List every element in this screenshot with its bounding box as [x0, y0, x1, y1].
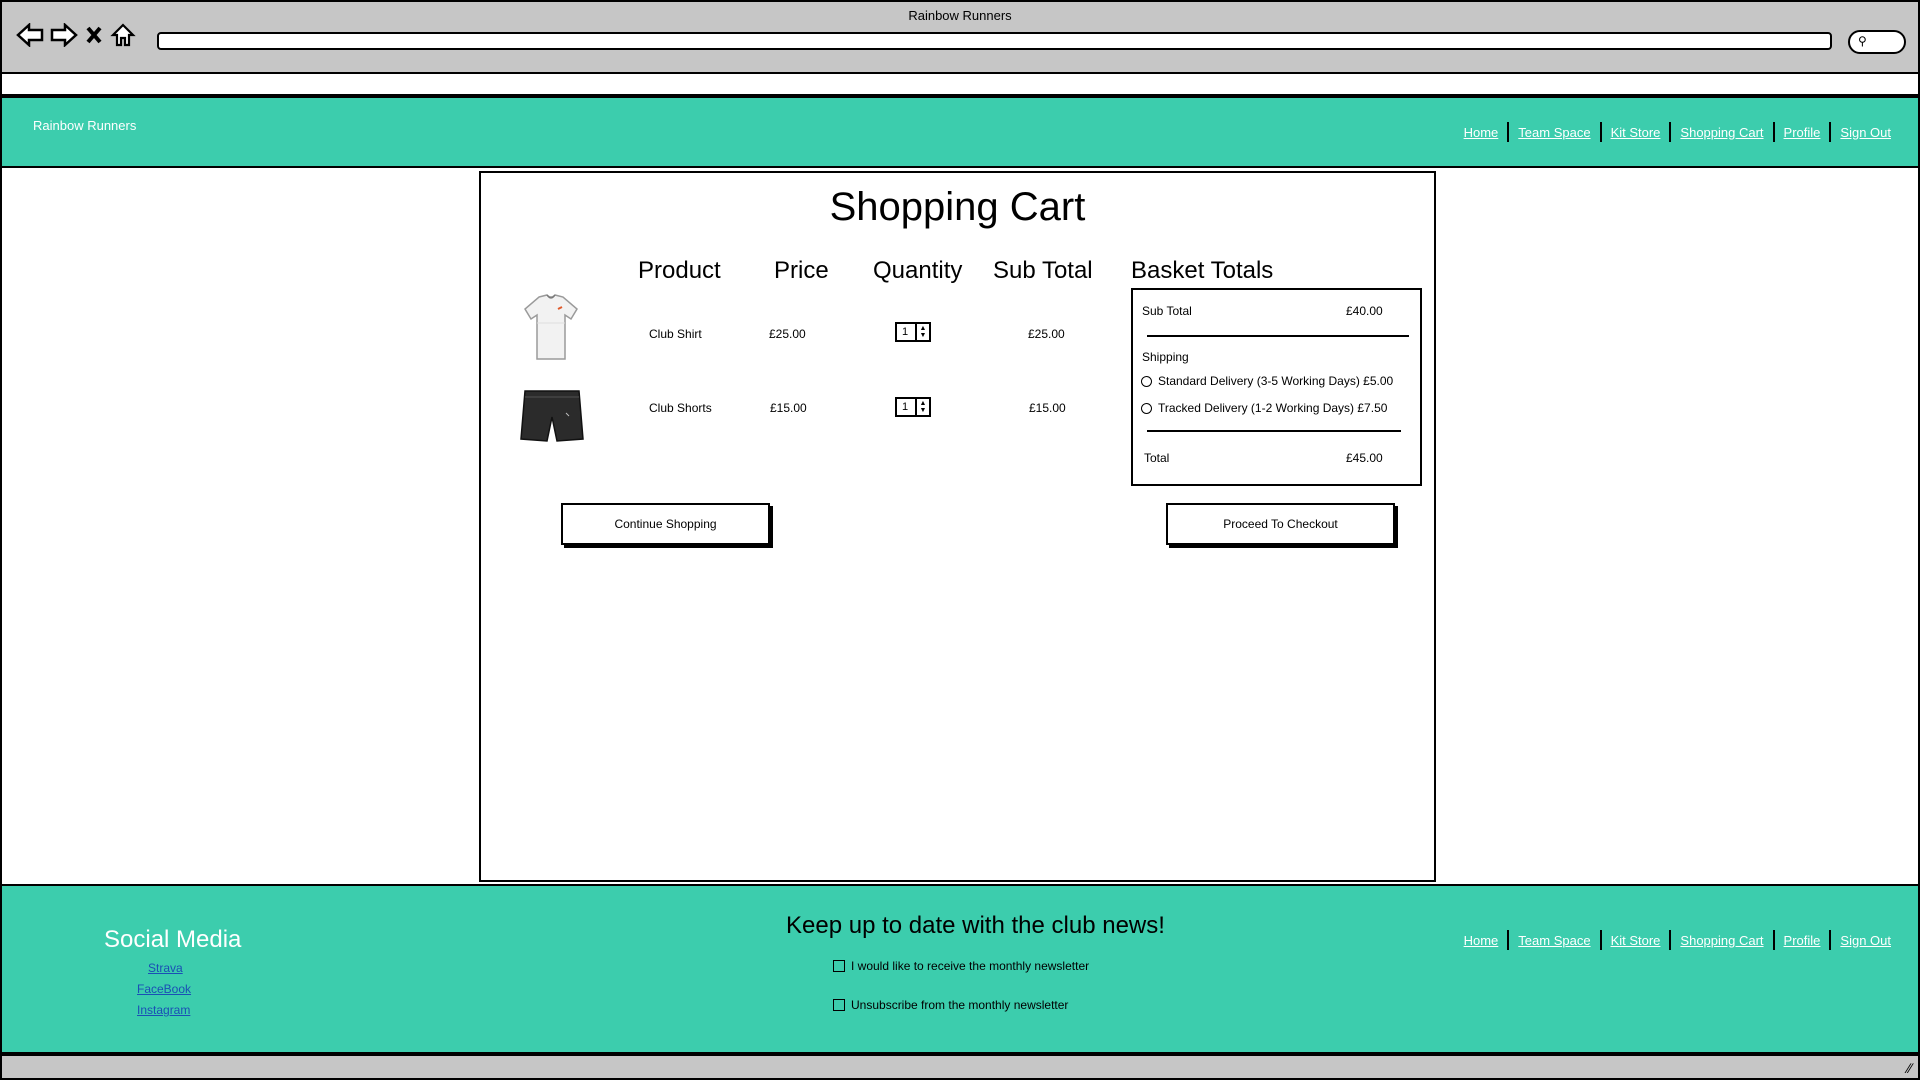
continue-shopping-button[interactable]: Continue Shopping — [561, 503, 770, 545]
home-icon[interactable] — [110, 22, 136, 53]
unsubscribe-checkbox[interactable] — [833, 999, 845, 1011]
nav-profile[interactable]: Profile — [1775, 125, 1830, 140]
browser-controls — [16, 22, 136, 53]
site-brand[interactable]: Rainbow Runners — [33, 118, 136, 133]
facebook-link[interactable]: FaceBook — [137, 982, 191, 996]
nav-profile[interactable]: Profile — [1775, 933, 1830, 948]
newsletter-subscribe-option[interactable]: I would like to receive the monthly news… — [833, 959, 1089, 973]
total-label: Total — [1144, 451, 1170, 465]
shipping-option-standard[interactable]: Standard Delivery (3-5 Working Days) £5.… — [1141, 374, 1393, 388]
window-title: Rainbow Runners — [908, 8, 1012, 23]
item-name: Club Shirt — [649, 327, 702, 341]
total-value: £45.00 — [1346, 451, 1383, 465]
social-media-title: Social Media — [104, 926, 242, 953]
status-bar: ∕∕ — [0, 1054, 1920, 1080]
quantity-value: 1 — [902, 326, 909, 338]
page-title: Shopping Cart — [829, 185, 1086, 229]
nav-team-space[interactable]: Team Space — [1509, 125, 1599, 140]
shipping-label: Shipping — [1142, 350, 1189, 364]
column-price: Price — [774, 257, 829, 284]
resize-grip-icon[interactable]: ∕∕ — [1907, 1060, 1912, 1076]
stop-icon[interactable] — [84, 24, 104, 51]
nav-kit-store[interactable]: Kit Store — [1602, 125, 1670, 140]
quantity-stepper[interactable]: 1 ▲ ▼ — [895, 322, 931, 342]
column-subtotal: Sub Total — [993, 257, 1093, 284]
item-price: £15.00 — [770, 401, 807, 415]
instagram-link[interactable]: Instagram — [137, 1003, 190, 1017]
item-name: Club Shorts — [649, 401, 712, 415]
toolbar-strip — [0, 74, 1920, 96]
forward-arrow-icon[interactable] — [50, 22, 78, 52]
subtotal-label: Sub Total — [1142, 304, 1192, 318]
shipping-option-label: Standard Delivery (3-5 Working Days) £5.… — [1158, 374, 1394, 388]
shipping-option-label: Tracked Delivery (1-2 Working Days) £7.5… — [1158, 401, 1388, 415]
divider — [1147, 430, 1401, 432]
nav-sign-out[interactable]: Sign Out — [1831, 933, 1900, 948]
subscribe-label: I would like to receive the monthly news… — [851, 959, 1090, 973]
nav-home[interactable]: Home — [1455, 125, 1508, 140]
site-header: Rainbow Runners Home Team Space Kit Stor… — [0, 96, 1920, 168]
basket-totals-box: Sub Total £40.00 Shipping Standard Deliv… — [1131, 288, 1422, 486]
nav-team-space[interactable]: Team Space — [1509, 933, 1599, 948]
strava-link[interactable]: Strava — [148, 961, 183, 975]
unsubscribe-label: Unsubscribe from the monthly newsletter — [851, 998, 1069, 1012]
address-bar[interactable] — [157, 32, 1832, 50]
footer-nav: Home Team Space Kit Store Shopping Cart … — [1455, 930, 1900, 950]
radio-button[interactable] — [1141, 403, 1152, 415]
nav-kit-store[interactable]: Kit Store — [1602, 933, 1670, 948]
radio-button[interactable] — [1141, 376, 1152, 388]
subtotal-value: £40.00 — [1346, 304, 1383, 318]
column-product: Product — [638, 257, 721, 284]
spinner-arrows-icon[interactable]: ▲ ▼ — [915, 324, 929, 340]
page-border-left — [0, 168, 2, 884]
nav-shopping-cart[interactable]: Shopping Cart — [1671, 933, 1772, 948]
column-quantity: Quantity — [873, 257, 963, 284]
basket-totals-title: Basket Totals — [1131, 257, 1274, 284]
nav-shopping-cart[interactable]: Shopping Cart — [1671, 125, 1772, 140]
spinner-arrows-icon[interactable]: ▲ ▼ — [915, 399, 929, 415]
browser-chrome: Rainbow Runners ⚲ — [0, 0, 1920, 74]
quantity-stepper[interactable]: 1 ▲ ▼ — [895, 397, 931, 417]
item-price: £25.00 — [769, 327, 806, 341]
cart-panel: Shopping Cart Product Price Quantity Sub… — [479, 171, 1436, 882]
newsletter-unsubscribe-option[interactable]: Unsubscribe from the monthly newsletter — [833, 998, 1068, 1012]
quantity-value: 1 — [902, 401, 909, 413]
header-nav: Home Team Space Kit Store Shopping Cart … — [1455, 122, 1900, 142]
divider — [1147, 335, 1409, 337]
nav-sign-out[interactable]: Sign Out — [1831, 125, 1900, 140]
newsletter-title: Keep up to date with the club news! — [786, 912, 1165, 939]
site-footer: Social Media Strava FaceBook Instagram K… — [0, 884, 1920, 1054]
proceed-to-checkout-button[interactable]: Proceed To Checkout — [1166, 503, 1395, 545]
search-icon[interactable]: ⚲ — [1848, 30, 1906, 54]
item-subtotal: £15.00 — [1029, 401, 1066, 415]
subscribe-checkbox[interactable] — [833, 960, 845, 972]
item-subtotal: £25.00 — [1028, 327, 1065, 341]
nav-home[interactable]: Home — [1455, 933, 1508, 948]
back-arrow-icon[interactable] — [16, 22, 44, 52]
shorts-icon[interactable] — [519, 389, 585, 448]
shirt-icon[interactable] — [521, 293, 581, 368]
shipping-option-tracked[interactable]: Tracked Delivery (1-2 Working Days) £7.5… — [1141, 401, 1387, 415]
